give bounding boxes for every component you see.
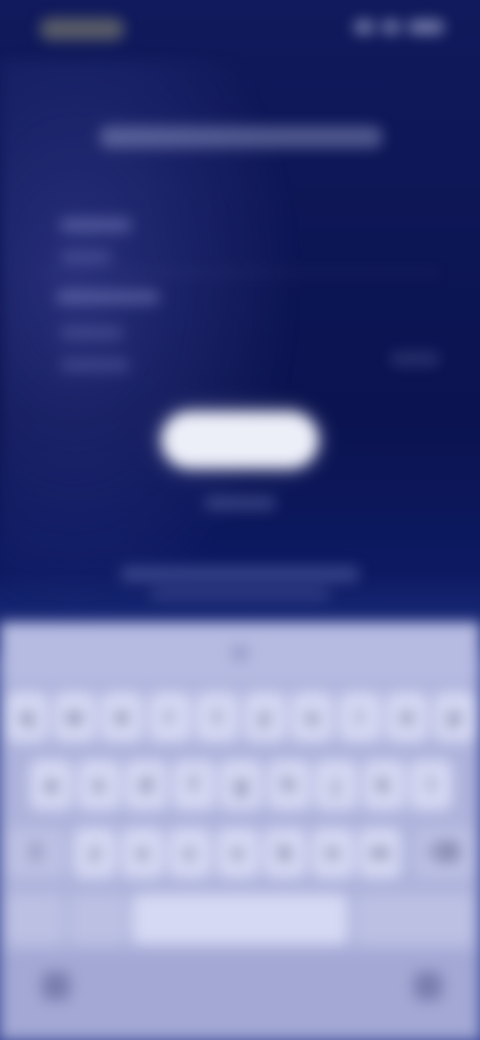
key-m[interactable]: m	[359, 828, 401, 878]
key-w[interactable]: w	[53, 692, 96, 742]
blurred-content: qwertyuiop asdfghjkl ⇧ zxcvbnm ⌫	[0, 0, 480, 1040]
shift-key[interactable]: ⇧	[6, 828, 66, 878]
on-screen-keyboard: qwertyuiop asdfghjkl ⇧ zxcvbnm ⌫	[0, 622, 480, 1040]
page-title	[100, 124, 380, 150]
signal-icon	[354, 20, 374, 34]
status-icons	[354, 20, 444, 34]
field-value[interactable]	[60, 250, 112, 264]
key-a[interactable]: a	[30, 760, 72, 810]
key-k[interactable]: k	[362, 760, 405, 810]
key-z[interactable]: z	[74, 828, 116, 878]
key-n[interactable]: n	[311, 828, 354, 878]
secondary-link[interactable]	[204, 496, 276, 510]
keyboard-suggestion-bar	[0, 622, 480, 682]
key-p[interactable]: p	[433, 692, 476, 742]
emoji-key[interactable]	[70, 894, 126, 944]
key-j[interactable]: j	[315, 760, 357, 810]
mic-icon[interactable]	[414, 972, 442, 1000]
key-y[interactable]: y	[243, 692, 286, 742]
field-value[interactable]	[60, 326, 124, 340]
footer-text	[120, 566, 360, 582]
field-label	[60, 218, 132, 232]
battery-icon	[408, 20, 444, 34]
key-h[interactable]: h	[267, 760, 310, 810]
key-e[interactable]: e	[101, 692, 143, 742]
key-b[interactable]: b	[264, 828, 306, 878]
key-f[interactable]: f	[172, 760, 215, 810]
status-time	[40, 18, 124, 40]
key-d[interactable]: d	[125, 760, 167, 810]
key-t[interactable]: t	[196, 692, 238, 742]
key-x[interactable]: x	[121, 828, 164, 878]
suggestion-handle-icon	[232, 646, 248, 660]
primary-button[interactable]	[162, 412, 318, 468]
numbers-key[interactable]	[6, 894, 64, 944]
backspace-key[interactable]: ⌫	[414, 828, 474, 878]
key-o[interactable]: o	[386, 692, 428, 742]
field-hint	[60, 358, 130, 372]
input-underline	[40, 272, 440, 274]
return-key[interactable]	[356, 894, 474, 944]
key-r[interactable]: r	[148, 692, 191, 742]
field-accessory[interactable]	[390, 352, 440, 366]
key-l[interactable]: l	[410, 760, 452, 810]
key-s[interactable]: s	[77, 760, 120, 810]
keyboard-bottom-bar	[0, 952, 480, 1040]
space-key[interactable]	[132, 894, 348, 944]
status-bar	[0, 0, 480, 60]
emoji-icon[interactable]	[42, 972, 70, 1000]
field-label	[56, 290, 160, 304]
backspace-icon: ⌫	[428, 840, 460, 865]
key-g[interactable]: g	[220, 760, 262, 810]
key-q[interactable]: q	[6, 692, 48, 742]
key-v[interactable]: v	[216, 828, 259, 878]
wifi-icon	[382, 20, 400, 34]
key-c[interactable]: c	[169, 828, 211, 878]
key-u[interactable]: u	[291, 692, 333, 742]
shift-icon: ⇧	[26, 840, 46, 865]
key-i[interactable]: i	[338, 692, 381, 742]
footer-text-line-2	[150, 588, 330, 600]
screen: qwertyuiop asdfghjkl ⇧ zxcvbnm ⌫	[0, 0, 480, 1040]
